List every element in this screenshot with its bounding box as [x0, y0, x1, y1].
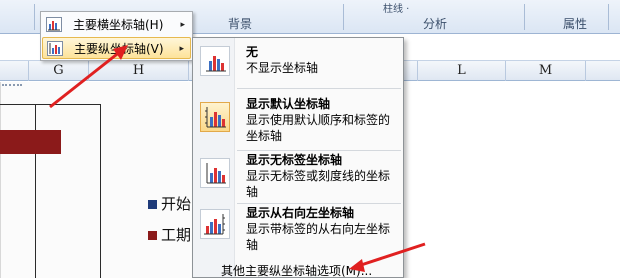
chart-bar-duration[interactable] [0, 130, 61, 154]
axis-no-labels-icon [200, 158, 230, 188]
option-description: 不显示坐标轴 [246, 61, 319, 75]
option-title: 显示从右向左坐标轴 [246, 206, 355, 220]
option-right-to-left-axis[interactable]: 显示从右向左坐标轴 显示带标签的从右向左坐标轴 [195, 203, 401, 255]
ribbon-separator [608, 4, 609, 30]
ribbon-group-properties: 属性 [562, 17, 587, 31]
chart-gridline [0, 104, 100, 105]
chart-area[interactable] [0, 82, 190, 278]
right-to-left-axis-icon [200, 209, 230, 239]
menu-item-label: 主要横坐标轴(H) [73, 18, 164, 32]
vertical-axis-options-menu: 无 不显示坐标轴 显示默认坐标轴 显示使用默认顺序和标签的坐标轴 显示无标签坐标… [192, 37, 404, 278]
legend-swatch-start [148, 200, 157, 209]
menu-item-primary-horizontal-axis[interactable]: 主要横坐标轴(H) ▸ [42, 14, 191, 36]
option-default-axis[interactable]: 显示默认坐标轴 显示使用默认顺序和标签的坐标轴 [195, 94, 401, 146]
option-axis-no-labels[interactable]: 显示无标签坐标轴 显示无标签或刻度线的坐标轴 [195, 150, 401, 202]
chart-resize-handle[interactable] [2, 84, 22, 87]
column-header-g[interactable]: G [29, 61, 89, 81]
ribbon-separator [34, 4, 35, 30]
option-title: 显示默认坐标轴 [246, 97, 331, 111]
ribbon-separator [343, 4, 344, 30]
menu-item-label: 主要纵坐标轴(V) [74, 42, 164, 56]
more-vertical-axis-options-link[interactable]: 其他主要纵坐标轴选项(M)... [221, 262, 372, 278]
menu-separator [237, 88, 401, 89]
legend-swatch-duration [148, 231, 157, 240]
vertical-axis-icon [47, 41, 63, 56]
column-header-blank[interactable] [0, 61, 29, 81]
chevron-right-icon: ▸ [180, 20, 185, 30]
column-header-l[interactable]: L [418, 61, 506, 81]
column-header-h[interactable]: H [89, 61, 189, 81]
menu-item-primary-vertical-axis[interactable]: 主要纵坐标轴(V) ▸ [42, 37, 191, 59]
option-title: 无 [246, 45, 259, 59]
column-header-m[interactable]: M [506, 61, 586, 81]
option-no-axis[interactable]: 无 不显示坐标轴 [195, 42, 401, 82]
column-header-n[interactable] [586, 61, 620, 81]
ribbon-group-analysis: 分析 [422, 17, 447, 31]
ribbon-group-background: 背景 [227, 17, 252, 31]
default-axis-icon [200, 102, 230, 132]
option-title: 显示无标签坐标轴 [246, 153, 343, 167]
ribbon-separator [524, 4, 525, 30]
chart-gridline [100, 104, 101, 278]
option-description: 显示无标签或刻度线的坐标轴 [246, 169, 391, 199]
option-description: 显示带标签的从右向左坐标轴 [246, 222, 391, 252]
no-axis-icon [200, 46, 230, 76]
ribbon-partial-label: 柱线 · [383, 4, 410, 15]
chevron-right-icon: ▸ [179, 44, 184, 54]
axes-submenu: 主要横坐标轴(H) ▸ 主要纵坐标轴(V) ▸ [40, 11, 193, 61]
legend-label-duration: 工期 [161, 226, 192, 244]
option-description: 显示使用默认顺序和标签的坐标轴 [246, 113, 391, 143]
horizontal-axis-icon [46, 17, 62, 32]
